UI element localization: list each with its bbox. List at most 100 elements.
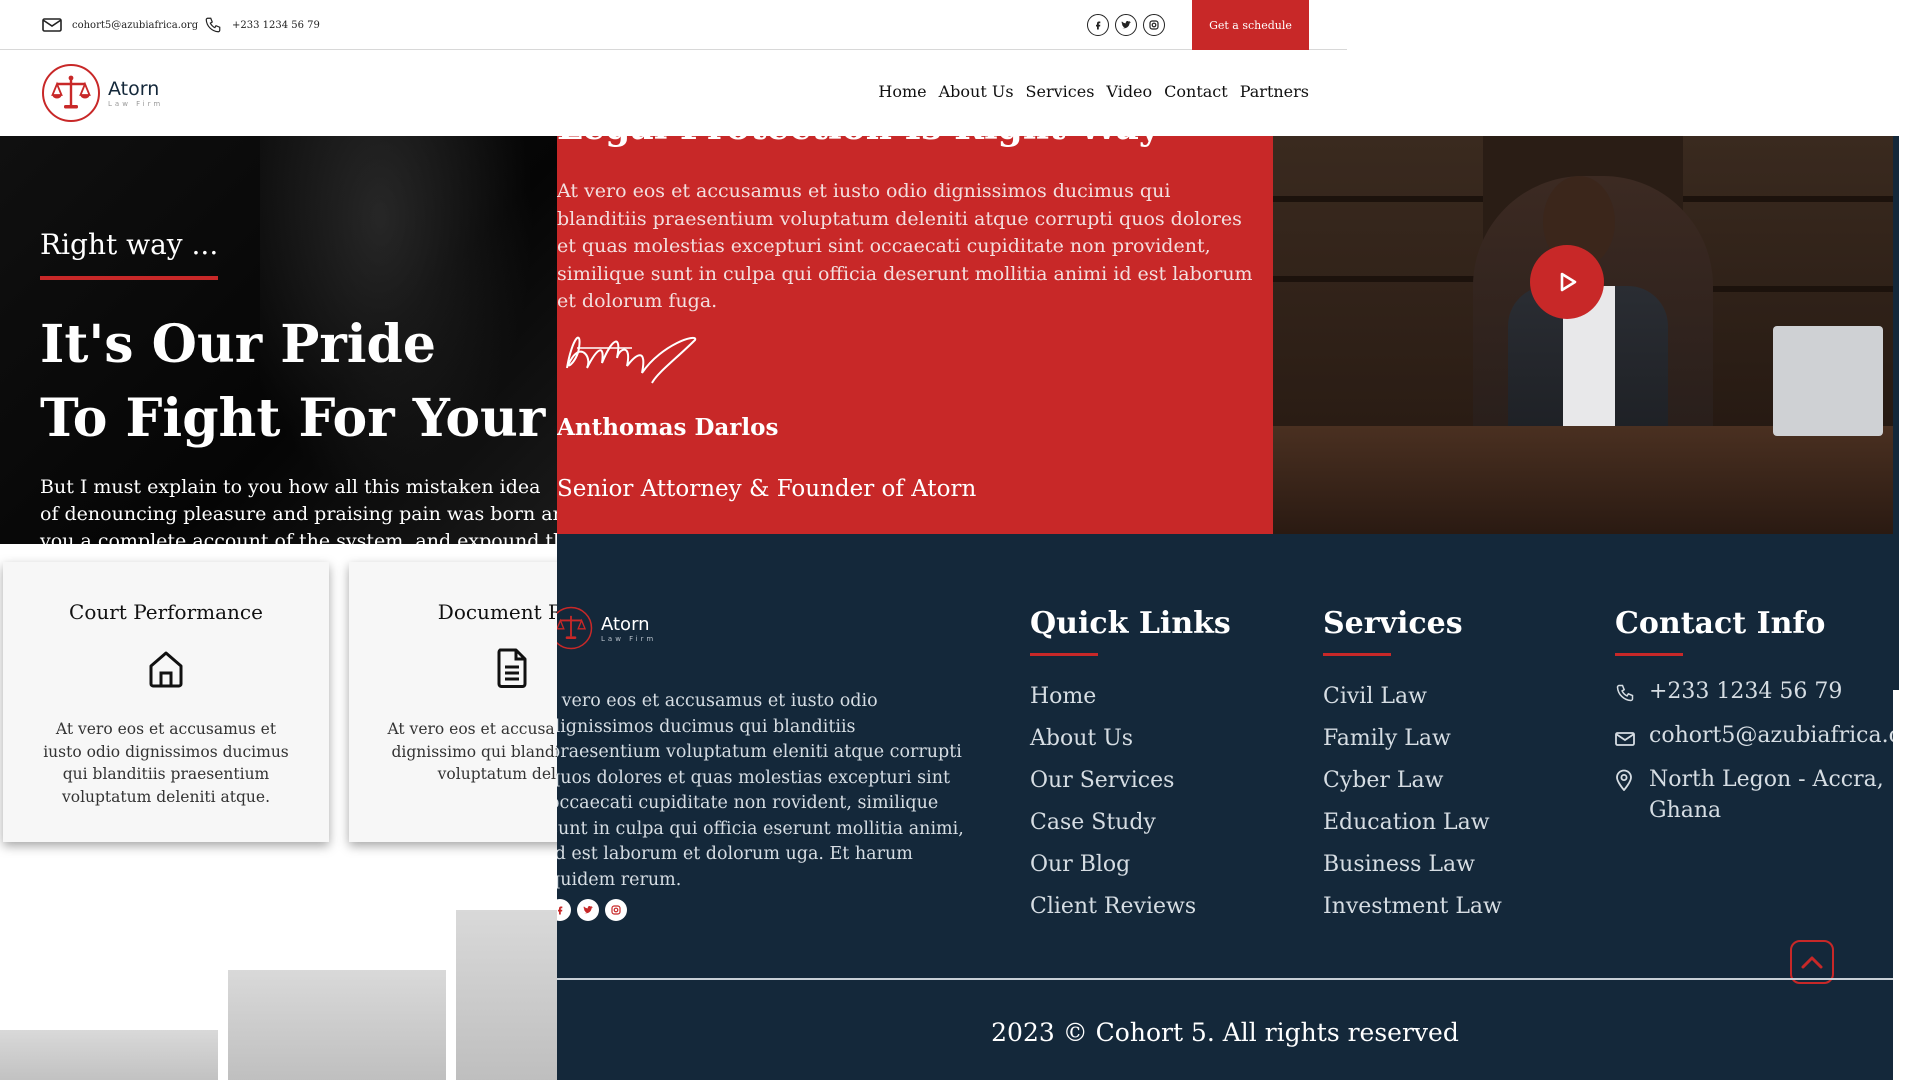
hero-desc-line3: you a complete account of the system, an…: [40, 530, 560, 544]
site-logo[interactable]: Atorn Law Firm: [42, 64, 163, 122]
service-link-education-law[interactable]: Education Law: [1323, 802, 1502, 844]
contact-email[interactable]: cohort5@azubiafrica.org: [1615, 720, 1893, 756]
footer-logo-name: Atorn: [601, 613, 650, 635]
site-header: Atorn Law Firm Home About Us Services Vi…: [0, 50, 1347, 136]
quick-link-client-reviews[interactable]: Client Reviews: [1030, 886, 1231, 928]
footer-quick-links: Quick Links Home About Us Our Services C…: [1030, 606, 1231, 928]
service-card-court-performance[interactable]: Court Performance At vero eos et accusam…: [3, 562, 329, 842]
contact-address-line1: North Legon - Accra,: [1649, 767, 1884, 792]
contact-email-text: cohort5@azubiafrica.org: [1649, 723, 1893, 748]
hero-desc-line1: But I must explain to you how all this m…: [40, 476, 541, 498]
contact-phone-text: +233 1234 56 79: [1649, 679, 1843, 704]
heading-underline: [1615, 653, 1683, 656]
footer-logo[interactable]: Atorn Law Firm: [557, 606, 656, 650]
facebook-icon[interactable]: [1087, 14, 1109, 36]
nav-services[interactable]: Services: [1026, 82, 1095, 101]
card-description: At vero eos et accusa iusto odio digniss…: [387, 720, 560, 783]
hero-kicker: Right way ...: [40, 228, 219, 261]
get-schedule-button[interactable]: Get a schedule: [1192, 0, 1309, 50]
document-icon: [490, 646, 534, 690]
topbar-phone[interactable]: +233 1234 56 79: [204, 0, 320, 50]
founder-text: At vero eos et accusamus et iusto odio d…: [557, 180, 1253, 312]
mail-icon: [1615, 720, 1637, 756]
contact-address: North Legon - Accra, Ghana: [1615, 764, 1893, 826]
contact-address-line2: Ghana: [1649, 798, 1722, 823]
quick-links-heading: Quick Links: [1030, 606, 1231, 641]
topbar-email-text: cohort5@azubiafrica.org: [72, 19, 199, 31]
nav-about-us[interactable]: About Us: [939, 82, 1014, 101]
scales-icon: [42, 64, 100, 122]
nav-partners[interactable]: Partners: [1240, 82, 1309, 101]
gallery-strip: [0, 880, 560, 1080]
footer-about-text: t vero eos et accusamus et iusto odio di…: [557, 691, 964, 890]
quick-link-our-services[interactable]: Our Services: [1030, 760, 1231, 802]
main-nav: Home About Us Services Video Contact Par…: [878, 82, 1309, 101]
twitter-icon[interactable]: [577, 899, 599, 921]
footer-contact: Contact Info +233 1234 56 79 cohort5@azu…: [1615, 606, 1893, 834]
twitter-icon[interactable]: [1115, 14, 1137, 36]
phone-icon: [1615, 676, 1637, 712]
quick-link-case-study[interactable]: Case Study: [1030, 802, 1231, 844]
hero-heading-line1: It's Our Pride: [40, 314, 436, 375]
footer-services: Services Civil Law Family Law Cyber Law …: [1323, 606, 1502, 928]
hero-heading: It's Our Pride To Fight For Your Dre: [40, 308, 560, 456]
logo-name: Atorn: [108, 78, 160, 100]
service-link-cyber-law[interactable]: Cyber Law: [1323, 760, 1502, 802]
services-cards: Court Performance At vero eos et accusam…: [0, 544, 560, 880]
location-pin-icon: [1615, 764, 1637, 800]
nav-home[interactable]: Home: [878, 82, 926, 101]
top-bar: cohort5@azubiafrica.org +233 1234 56 79 …: [0, 0, 1347, 50]
chevron-up-icon: [1801, 956, 1823, 969]
quick-link-our-blog[interactable]: Our Blog: [1030, 844, 1231, 886]
instagram-icon[interactable]: [1143, 14, 1165, 36]
facebook-icon[interactable]: [557, 899, 571, 921]
topbar-social: [1087, 14, 1165, 36]
topbar-email[interactable]: cohort5@azubiafrica.org: [42, 0, 198, 50]
service-card-document-review[interactable]: Document Rev At vero eos et accusa iusto…: [349, 562, 560, 842]
service-link-investment-law[interactable]: Investment Law: [1323, 886, 1502, 928]
nav-video[interactable]: Video: [1106, 82, 1152, 101]
logo-tagline: Law Firm: [108, 100, 164, 108]
founder-section: Legal Protection Is Right Way At vero eo…: [557, 136, 1273, 534]
founder-name: Anthomas Darlos: [557, 414, 779, 441]
heading-underline: [1323, 653, 1391, 656]
hero-kicker-underline: [40, 276, 218, 280]
mail-icon: [42, 18, 62, 32]
hero-heading-line2: To Fight For Your Dre: [40, 388, 560, 449]
attorney-video-thumbnail[interactable]: [1273, 136, 1897, 534]
hero-section: Right way ... It's Our Pride To Fight Fo…: [0, 136, 560, 544]
founder-role: Senior Attorney & Founder of Atorn: [557, 476, 977, 502]
gallery-image: [228, 970, 446, 1080]
play-icon: [1560, 272, 1577, 292]
card-description: At vero eos et accusamus et iusto odio d…: [43, 720, 289, 806]
heading-underline: [1030, 653, 1098, 656]
service-link-civil-law[interactable]: Civil Law: [1323, 676, 1502, 718]
site-footer: Atorn Law Firm t vero eos et accusamus e…: [557, 534, 1893, 1080]
hero-description: But I must explain to you how all this m…: [40, 474, 560, 544]
page-edge: [1893, 136, 1899, 690]
play-video-button[interactable]: [1530, 245, 1604, 319]
footer-social: [557, 899, 627, 921]
topbar-phone-text: +233 1234 56 79: [232, 19, 320, 31]
gallery-image: [0, 1030, 218, 1080]
quick-link-home[interactable]: Home: [1030, 676, 1231, 718]
home-icon: [144, 646, 188, 690]
contact-phone[interactable]: +233 1234 56 79: [1615, 676, 1893, 712]
founder-signature: [557, 318, 702, 392]
service-link-business-law[interactable]: Business Law: [1323, 844, 1502, 886]
hero-desc-line2: of denouncing pleasure and praising pain…: [40, 503, 560, 525]
card-title: Document Rev: [437, 600, 560, 624]
instagram-icon[interactable]: [605, 899, 627, 921]
footer-divider: [557, 978, 1893, 980]
quick-link-about-us[interactable]: About Us: [1030, 718, 1231, 760]
card-title: Court Performance: [69, 600, 263, 624]
gallery-image: [456, 910, 560, 1080]
services-heading: Services: [1323, 606, 1463, 641]
footer-logo-tagline: Law Firm: [601, 634, 657, 643]
nav-contact[interactable]: Contact: [1164, 82, 1228, 101]
phone-icon: [205, 17, 221, 33]
service-link-family-law[interactable]: Family Law: [1323, 718, 1502, 760]
copyright-text: 2023 © Cohort 5. All rights reserved: [991, 1018, 1459, 1047]
founder-heading: Legal Protection Is Right Way: [557, 136, 1160, 148]
scales-icon: [557, 606, 593, 650]
